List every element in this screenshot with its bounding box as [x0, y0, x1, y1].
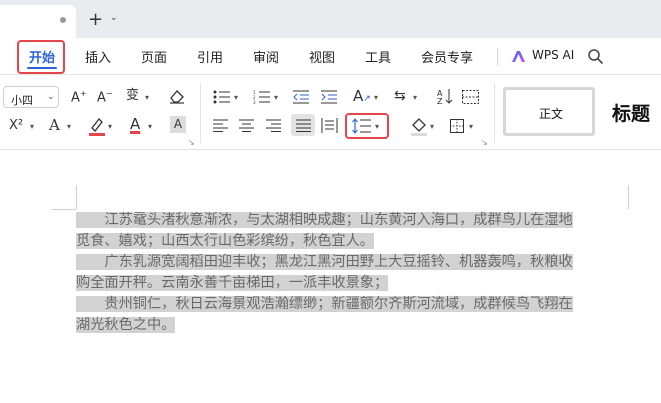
crop-mark [76, 185, 77, 209]
chevron-down-icon[interactable]: ▾ [274, 93, 278, 102]
justify-icon [296, 119, 311, 132]
chevron-down-icon[interactable]: ▾ [30, 122, 34, 131]
sort-icon[interactable]: ⇆ [394, 89, 406, 103]
superscript-icon[interactable]: X² [9, 119, 23, 132]
svg-text:Z: Z [437, 97, 443, 105]
text-line[interactable]: 购全面开秤。云南永善千亩梯田，一派丰收景象； [76, 273, 389, 293]
clear-format-icon[interactable] [168, 89, 186, 104]
tab-references[interactable]: 引用 [197, 47, 223, 66]
tab-member[interactable]: 会员专享 [421, 47, 473, 66]
table-lines-icon[interactable] [462, 90, 479, 104]
wps-ai-icon[interactable] [511, 50, 527, 63]
tab-insert[interactable]: 插入 [85, 47, 111, 66]
border-icon[interactable] [450, 119, 464, 133]
font-color-icon[interactable]: A [130, 117, 140, 132]
align-left-icon[interactable] [213, 119, 228, 132]
new-tab-menu-chevron-icon[interactable]: ⌄ [110, 13, 118, 23]
align-center-icon[interactable] [239, 119, 254, 132]
chevron-down-icon[interactable]: ▾ [413, 93, 417, 102]
tab-page[interactable]: 页面 [141, 47, 167, 66]
active-tab-underline [27, 67, 57, 69]
unsaved-dot-icon [60, 17, 66, 23]
menu-bar: 开始 插入 页面 引用 审阅 视图 工具 会员专享 WPS AI [0, 38, 661, 75]
align-right-icon[interactable] [266, 119, 281, 132]
chevron-down-icon[interactable]: ▾ [108, 122, 112, 131]
ribbon-toolbar: 小四 ⌄ A+ A− 变 ▾ X² ▾ A ▾ ▾ A ▾ A ↘ ▾ 123 … [0, 75, 661, 150]
text-line[interactable]: 湖光秋色之中。 [76, 315, 176, 335]
highlight-pen-icon[interactable] [88, 115, 106, 137]
crop-mark [52, 209, 76, 210]
text-effect-icon[interactable]: A [49, 118, 60, 133]
chevron-down-icon[interactable]: ▾ [145, 93, 149, 102]
numbered-list-icon[interactable]: 123 [253, 90, 271, 104]
wps-ai-button[interactable]: WPS AI [532, 48, 574, 62]
chevron-down-icon: ⌄ [47, 92, 55, 102]
char-shading-icon[interactable]: A [170, 116, 186, 133]
decrease-indent-icon[interactable] [293, 90, 309, 104]
font-size-value: 小四 [11, 94, 33, 107]
style-normal-label: 正文 [539, 107, 564, 121]
grow-font-icon[interactable]: A+ [71, 90, 87, 105]
font-size-select[interactable]: 小四 ⌄ [3, 86, 59, 108]
chevron-down-icon[interactable]: ▾ [430, 122, 434, 131]
text-line[interactable]: 广东乳源宽阔稻田迎丰收；黑龙江黑河田野上大豆摇铃、机器轰鸣，秋粮收 [76, 252, 573, 272]
shrink-font-icon[interactable]: A− [97, 90, 113, 105]
text-line[interactable]: 贵州铜仁，秋日云海景观浩瀚缥缈；新疆额尔齐斯河流域，成群候鸟飞翔在 [76, 294, 573, 314]
tab-start[interactable]: 开始 [29, 47, 55, 66]
chevron-down-icon[interactable]: ▾ [375, 122, 379, 131]
ribbon-separator [200, 83, 201, 143]
ribbon-separator [494, 83, 495, 143]
menu-divider [497, 48, 498, 66]
paragraph-settings-launcher-icon[interactable]: ↘ [481, 138, 488, 147]
svg-text:3: 3 [253, 100, 256, 104]
title-bar: + ⌄ [0, 0, 661, 38]
crop-mark [628, 185, 629, 209]
line-spacing-icon[interactable] [352, 118, 371, 134]
new-tab-button[interactable]: + [88, 9, 103, 30]
distribute-icon[interactable] [321, 118, 338, 133]
chevron-down-icon[interactable]: ▾ [374, 93, 378, 102]
chevron-down-icon[interactable]: ▾ [148, 122, 152, 131]
font-settings-launcher-icon[interactable]: ↘ [188, 138, 195, 147]
style-gallery: 正文 标题 [503, 87, 661, 136]
style-normal-button[interactable]: 正文 [503, 87, 595, 136]
text-line[interactable]: 江苏鼋头渚秋意渐浓，与太湖相映成趣；山东黄河入海口，成群鸟儿在湿地 [76, 210, 573, 230]
pinyin-guide-icon[interactable]: 变 [126, 89, 139, 102]
search-icon[interactable] [587, 48, 604, 65]
tab-review[interactable]: 审阅 [253, 47, 279, 66]
sort-az-icon[interactable]: AZ [437, 88, 453, 105]
text-line[interactable]: 觅食、嬉戏；山西太行山色彩缤纷，秋色宜人。 [76, 231, 374, 251]
bullet-list-icon[interactable] [213, 90, 231, 104]
tab-view[interactable]: 视图 [309, 47, 335, 66]
chevron-down-icon[interactable]: ▾ [469, 122, 473, 131]
chevron-down-icon[interactable]: ▾ [67, 122, 71, 131]
increase-indent-icon[interactable] [321, 90, 337, 104]
chevron-down-icon[interactable]: ▾ [234, 93, 238, 102]
paint-fill-icon[interactable] [410, 116, 428, 136]
text-direction-icon[interactable]: A↗ [353, 89, 371, 104]
tab-tools[interactable]: 工具 [365, 47, 391, 66]
document-canvas[interactable]: 江苏鼋头渚秋意渐浓，与太湖相映成趣；山东黄河入海口，成群鸟儿在湿地 觅食、嬉戏；… [0, 151, 661, 403]
style-heading-button[interactable]: 标题 [612, 99, 650, 126]
